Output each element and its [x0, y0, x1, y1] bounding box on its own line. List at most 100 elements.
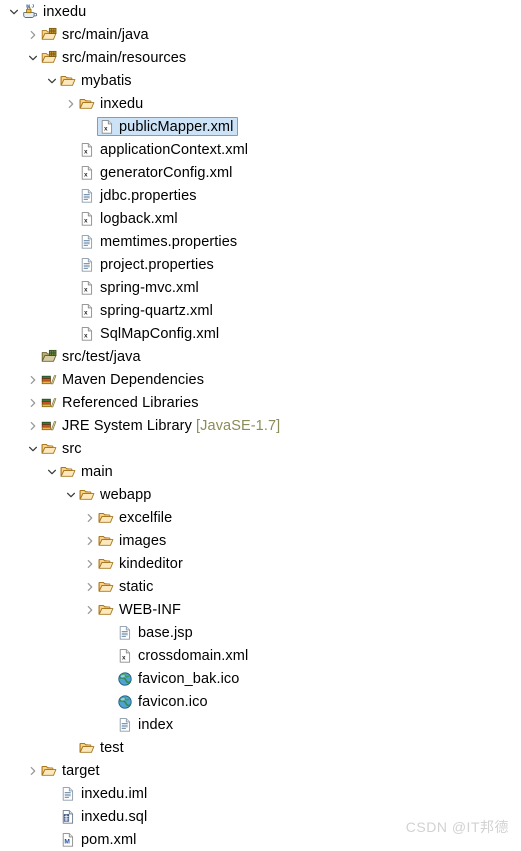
- chevron-right-icon[interactable]: [82, 506, 98, 529]
- xml-file-icon: x: [79, 165, 95, 181]
- folder-icon: [79, 740, 95, 756]
- tree-row[interactable]: src/test/java: [0, 345, 521, 368]
- chevron-right-icon[interactable]: [25, 368, 41, 391]
- tree-row[interactable]: test: [0, 736, 521, 759]
- tree-row[interactable]: base.jsp: [0, 621, 521, 644]
- tree-row-label: src: [62, 440, 82, 457]
- tree-row[interactable]: kindeditor: [0, 552, 521, 575]
- tree-row[interactable]: JRE System Library [JavaSE-1.7]: [0, 414, 521, 437]
- tree-row[interactable]: mybatis: [0, 69, 521, 92]
- tree-row[interactable]: images: [0, 529, 521, 552]
- tree-row[interactable]: project.properties: [0, 253, 521, 276]
- tree-row[interactable]: x crossdomain.xml: [0, 644, 521, 667]
- source-folder-icon: [41, 50, 57, 66]
- library-icon: [41, 418, 57, 434]
- selected-tree-item[interactable]: x publicMapper.xml: [97, 117, 239, 136]
- chevron-right-icon[interactable]: [82, 575, 98, 598]
- tree-row-label: favicon.ico: [138, 693, 208, 710]
- chevron-down-icon[interactable]: [6, 0, 22, 23]
- chevron-right-icon[interactable]: [82, 529, 98, 552]
- tree-row[interactable]: jdbc.properties: [0, 184, 521, 207]
- source-folder-icon: [41, 27, 57, 43]
- tree-row[interactable]: x spring-quartz.xml: [0, 299, 521, 322]
- tree-row-label: spring-quartz.xml: [100, 302, 213, 319]
- tree-row[interactable]: Referenced Libraries: [0, 391, 521, 414]
- tree-row[interactable]: src/main/resources: [0, 46, 521, 69]
- tree-row[interactable]: main: [0, 460, 521, 483]
- properties-file-icon: [79, 234, 95, 250]
- tree-row[interactable]: src/main/java: [0, 23, 521, 46]
- svg-text:x: x: [84, 309, 88, 316]
- tree-row[interactable]: M J inxedu: [0, 0, 521, 23]
- tree-row[interactable]: x generatorConfig.xml: [0, 161, 521, 184]
- chevron-down-icon[interactable]: [25, 437, 41, 460]
- chevron-right-icon[interactable]: [82, 598, 98, 621]
- twisty-placeholder: [44, 782, 60, 805]
- xml-file-icon: x: [79, 280, 95, 296]
- tree-row[interactable]: src: [0, 437, 521, 460]
- tree-row[interactable]: memtimes.properties: [0, 230, 521, 253]
- tree-row-label: mybatis: [81, 72, 132, 89]
- watermark: CSDN @IT邦德: [405, 819, 509, 835]
- library-icon: [41, 395, 57, 411]
- twisty-placeholder: [63, 322, 79, 345]
- globe-icon: [117, 671, 133, 687]
- tree-row-label: src/main/resources: [62, 49, 187, 66]
- tree-row-label: excelfile: [119, 509, 173, 526]
- folder-icon: [60, 464, 76, 480]
- tree-row[interactable]: static: [0, 575, 521, 598]
- chevron-right-icon[interactable]: [25, 414, 41, 437]
- twisty-placeholder: [101, 644, 117, 667]
- twisty-placeholder: [25, 345, 41, 368]
- package-explorer-tree[interactable]: M J inxedu src/main/java src/main/resour…: [0, 0, 521, 851]
- tree-row-label: inxedu: [43, 3, 87, 20]
- chevron-down-icon[interactable]: [44, 460, 60, 483]
- tree-row[interactable]: webapp: [0, 483, 521, 506]
- properties-file-icon: [79, 257, 95, 273]
- tree-row[interactable]: index: [0, 713, 521, 736]
- tree-row[interactable]: x spring-mvc.xml: [0, 276, 521, 299]
- tree-row-label: spring-mvc.xml: [100, 279, 199, 296]
- chevron-right-icon[interactable]: [25, 759, 41, 782]
- folder-icon: [41, 763, 57, 779]
- folder-icon: [79, 96, 95, 112]
- tree-row[interactable]: favicon_bak.ico: [0, 667, 521, 690]
- tree-row[interactable]: inxedu.iml: [0, 782, 521, 805]
- folder-icon: [98, 533, 114, 549]
- tree-row-label: crossdomain.xml: [138, 647, 249, 664]
- tree-row[interactable]: x applicationContext.xml: [0, 138, 521, 161]
- tree-row-label-suffix: [JavaSE-1.7]: [191, 417, 281, 434]
- tree-row[interactable]: x logback.xml: [0, 207, 521, 230]
- folder-icon: [98, 510, 114, 526]
- twisty-placeholder: [44, 828, 60, 851]
- tree-row[interactable]: target: [0, 759, 521, 782]
- folder-icon: [98, 579, 114, 595]
- svg-text:x: x: [122, 654, 126, 661]
- tree-row-label: kindeditor: [119, 555, 183, 572]
- chevron-right-icon[interactable]: [82, 552, 98, 575]
- tree-row[interactable]: Maven Dependencies: [0, 368, 521, 391]
- tree-row-label: publicMapper.xml: [119, 118, 234, 135]
- tree-row-label: pom.xml: [81, 831, 137, 848]
- sql-file-icon: [60, 809, 76, 825]
- chevron-right-icon[interactable]: [25, 391, 41, 414]
- twisty-placeholder: [101, 621, 117, 644]
- chevron-right-icon[interactable]: [25, 23, 41, 46]
- chevron-down-icon[interactable]: [63, 483, 79, 506]
- chevron-down-icon[interactable]: [44, 69, 60, 92]
- twisty-placeholder: [63, 161, 79, 184]
- tree-row[interactable]: x SqlMapConfig.xml: [0, 322, 521, 345]
- library-icon: [41, 372, 57, 388]
- jsp-file-icon: [117, 625, 133, 641]
- tree-row[interactable]: favicon.ico: [0, 690, 521, 713]
- chevron-right-icon[interactable]: [63, 92, 79, 115]
- tree-row[interactable]: WEB-INF: [0, 598, 521, 621]
- chevron-down-icon[interactable]: [25, 46, 41, 69]
- folder-icon: [98, 602, 114, 618]
- twisty-placeholder: [101, 690, 117, 713]
- tree-row[interactable]: inxedu: [0, 92, 521, 115]
- tree-row[interactable]: excelfile: [0, 506, 521, 529]
- tree-row[interactable]: x publicMapper.xml: [0, 115, 521, 138]
- folder-icon: [60, 73, 76, 89]
- tree-row-label: main: [81, 463, 113, 480]
